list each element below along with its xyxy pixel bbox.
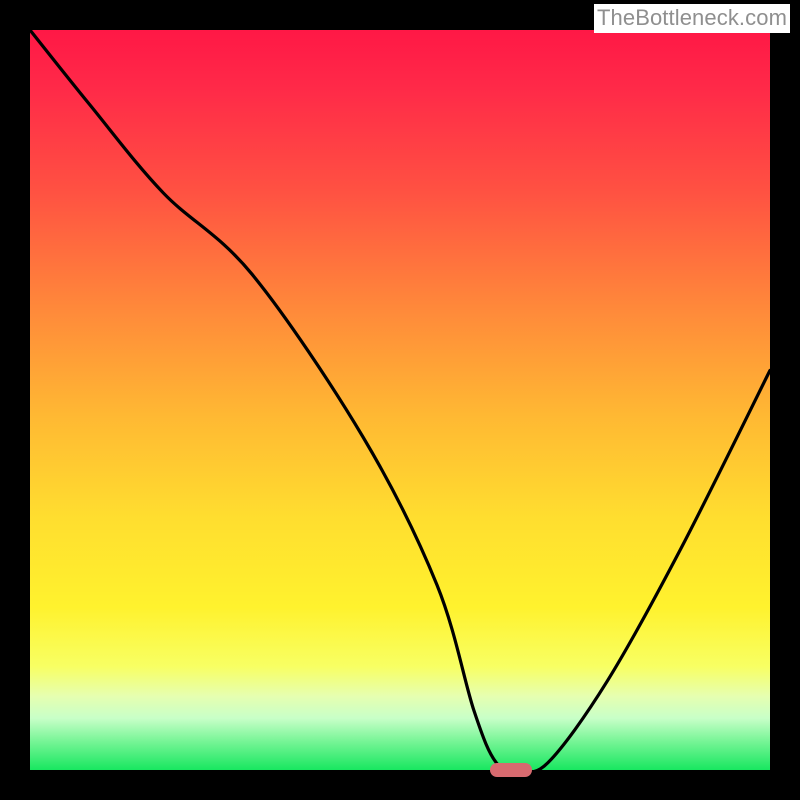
optimal-marker (490, 763, 532, 777)
plot-area (30, 30, 770, 770)
bottleneck-curve (30, 30, 770, 770)
chart-frame: TheBottleneck.com (0, 0, 800, 800)
watermark-label: TheBottleneck.com (594, 4, 790, 33)
